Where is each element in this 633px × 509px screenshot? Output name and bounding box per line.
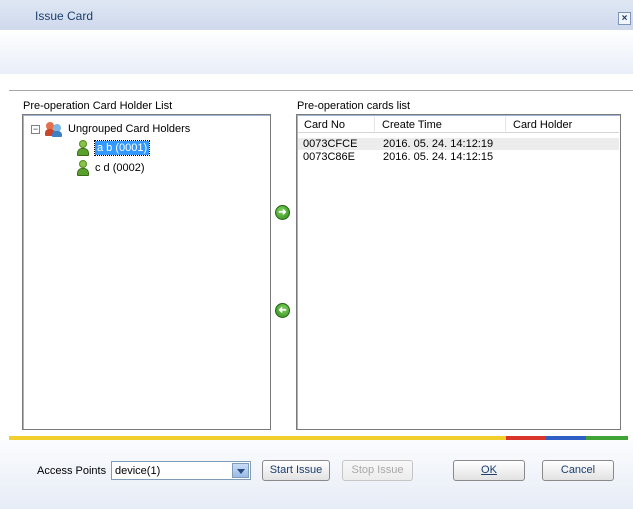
table-row[interactable]: 0073C86E 2016. 05. 24. 14:12:15 xyxy=(298,151,619,163)
column-divider[interactable] xyxy=(505,117,506,131)
tree-group-row[interactable]: − Ungrouped Card Holders xyxy=(31,121,190,137)
tree-item-0002[interactable]: c d (0002) xyxy=(76,160,145,176)
header-band xyxy=(0,30,633,74)
access-points-value: device(1) xyxy=(115,465,161,477)
move-right-arrow-icon[interactable]: ➜ xyxy=(275,205,290,220)
column-header-card-no[interactable]: Card No xyxy=(304,119,345,131)
cell-create-time: 2016. 05. 24. 14:12:19 xyxy=(383,138,494,150)
cards-list-view[interactable]: Card No Create Time Card Holder 0073CFCE… xyxy=(296,114,621,430)
separator xyxy=(9,90,633,91)
tree-item-label[interactable]: a b (0001) xyxy=(93,140,151,156)
ok-button[interactable]: OK xyxy=(453,460,525,481)
collapse-icon[interactable]: − xyxy=(31,124,40,134)
move-left-arrow-icon[interactable]: ➜ xyxy=(275,303,290,318)
cards-list-label: Pre-operation cards list xyxy=(297,100,411,112)
column-divider[interactable] xyxy=(374,117,375,131)
table-row[interactable]: 0073CFCE 2016. 05. 24. 14:12:19 xyxy=(298,138,619,150)
stop-issue-button[interactable]: Stop Issue xyxy=(342,460,413,481)
tree-group-label[interactable]: Ungrouped Card Holders xyxy=(68,123,190,135)
user-icon xyxy=(76,160,90,176)
tree-item-0001[interactable]: a b (0001) xyxy=(76,140,151,156)
access-points-select[interactable]: device(1) xyxy=(111,461,251,480)
card-holder-tree[interactable]: − Ungrouped Card Holders a b (0001) c d … xyxy=(22,114,271,430)
column-header-card-holder[interactable]: Card Holder xyxy=(513,119,572,131)
user-group-icon xyxy=(45,121,62,137)
cell-card-no: 0073C86E xyxy=(303,151,355,163)
close-button[interactable]: × xyxy=(618,12,631,25)
cell-card-no: 0073CFCE xyxy=(303,138,358,150)
user-icon xyxy=(76,140,90,156)
tree-item-label[interactable]: c d (0002) xyxy=(95,162,145,174)
card-holder-list-label: Pre-operation Card Holder List xyxy=(23,100,173,112)
title-bar: Issue Card × xyxy=(0,0,633,30)
cell-create-time: 2016. 05. 24. 14:12:15 xyxy=(383,151,494,163)
window-title: Issue Card xyxy=(35,9,94,23)
list-header: Card No Create Time Card Holder xyxy=(298,116,619,133)
column-header-create-time[interactable]: Create Time xyxy=(382,119,442,131)
ok-button-label: OK xyxy=(481,464,497,476)
start-issue-button[interactable]: Start Issue xyxy=(262,460,330,481)
access-points-label: Access Points xyxy=(37,465,107,477)
chevron-down-icon[interactable] xyxy=(232,463,249,478)
cancel-button[interactable]: Cancel xyxy=(542,460,614,481)
